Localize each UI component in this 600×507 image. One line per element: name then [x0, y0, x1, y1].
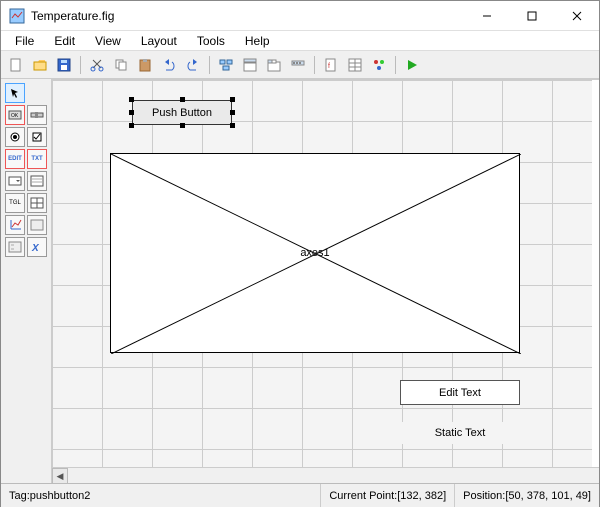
statictext-tool[interactable]: TXT: [27, 149, 47, 169]
axes-label: axes1: [300, 247, 329, 259]
cut-icon[interactable]: [86, 54, 108, 76]
save-icon[interactable]: [53, 54, 75, 76]
toolbar-editor-icon[interactable]: [287, 54, 309, 76]
axes-tool[interactable]: [5, 215, 25, 235]
svg-text:f: f: [328, 63, 330, 70]
menu-edit[interactable]: Edit: [44, 32, 85, 50]
svg-text:X: X: [31, 243, 40, 253]
property-inspector-icon[interactable]: [344, 54, 366, 76]
toolbar-separator: [80, 56, 81, 74]
menu-view[interactable]: View: [85, 32, 131, 50]
title-bar: Temperature.fig: [1, 1, 599, 31]
tool-palette: OK EDIT TXT TGL X: [1, 79, 51, 483]
minimize-button[interactable]: [464, 1, 509, 31]
statictext-label: Static Text: [435, 427, 486, 439]
checkbox-tool[interactable]: [27, 127, 47, 147]
radio-tool[interactable]: [5, 127, 25, 147]
close-button[interactable]: [554, 1, 599, 31]
activex-tool[interactable]: X: [27, 237, 47, 257]
new-icon[interactable]: [5, 54, 27, 76]
app-icon: [9, 8, 25, 24]
paste-icon[interactable]: [134, 54, 156, 76]
menu-layout[interactable]: Layout: [131, 32, 187, 50]
popupmenu-tool[interactable]: [5, 171, 25, 191]
horizontal-scrollbar[interactable]: ◀ ▶: [52, 467, 599, 483]
status-position: Position: [50, 378, 101, 49]: [455, 484, 599, 507]
buttongroup-tool[interactable]: [5, 237, 25, 257]
tab-editor-icon[interactable]: [263, 54, 285, 76]
main-area: OK EDIT TXT TGL X: [1, 79, 599, 483]
undo-icon[interactable]: [158, 54, 180, 76]
status-tag: Tag: pushbutton2: [1, 484, 321, 507]
statictext-component[interactable]: Static Text: [400, 422, 520, 444]
align-objects-icon[interactable]: [215, 54, 237, 76]
object-browser-icon[interactable]: [368, 54, 390, 76]
mfile-editor-icon[interactable]: f: [320, 54, 342, 76]
canvas-wrap: Push Button axes1 Edit Text Static Text …: [51, 79, 599, 483]
listbox-tool[interactable]: [27, 171, 47, 191]
toolbar: f: [1, 51, 599, 79]
pushbutton-component[interactable]: Push Button: [132, 100, 232, 125]
axes-component[interactable]: axes1: [110, 153, 520, 353]
toolbar-separator: [395, 56, 396, 74]
menu-help[interactable]: Help: [235, 32, 280, 50]
table-tool[interactable]: [27, 193, 47, 213]
select-tool[interactable]: [5, 83, 25, 103]
menu-bar: File Edit View Layout Tools Help: [1, 31, 599, 51]
slider-tool[interactable]: [27, 105, 47, 125]
edittext-tool[interactable]: EDIT: [5, 149, 25, 169]
run-icon[interactable]: [401, 54, 423, 76]
toolbar-separator: [209, 56, 210, 74]
menu-tools[interactable]: Tools: [187, 32, 235, 50]
status-current-point: Current Point: [132, 382]: [321, 484, 455, 507]
status-bar: Tag: pushbutton2 Current Point: [132, 38…: [1, 483, 599, 507]
copy-icon[interactable]: [110, 54, 132, 76]
maximize-button[interactable]: [509, 1, 554, 31]
pushbutton-tool[interactable]: OK: [5, 105, 25, 125]
toolbar-separator: [314, 56, 315, 74]
togglebutton-tool[interactable]: TGL: [5, 193, 25, 213]
design-canvas[interactable]: Push Button axes1 Edit Text Static Text: [52, 80, 592, 470]
redo-icon[interactable]: [182, 54, 204, 76]
menu-editor-icon[interactable]: [239, 54, 261, 76]
open-icon[interactable]: [29, 54, 51, 76]
edittext-label: Edit Text: [439, 387, 481, 399]
svg-text:OK: OK: [11, 113, 19, 119]
menu-file[interactable]: File: [5, 32, 44, 50]
edittext-component[interactable]: Edit Text: [400, 380, 520, 405]
window-title: Temperature.fig: [31, 9, 464, 23]
panel-tool[interactable]: [27, 215, 47, 235]
pushbutton-label: Push Button: [152, 107, 212, 119]
scroll-left-icon[interactable]: ◀: [52, 468, 68, 483]
